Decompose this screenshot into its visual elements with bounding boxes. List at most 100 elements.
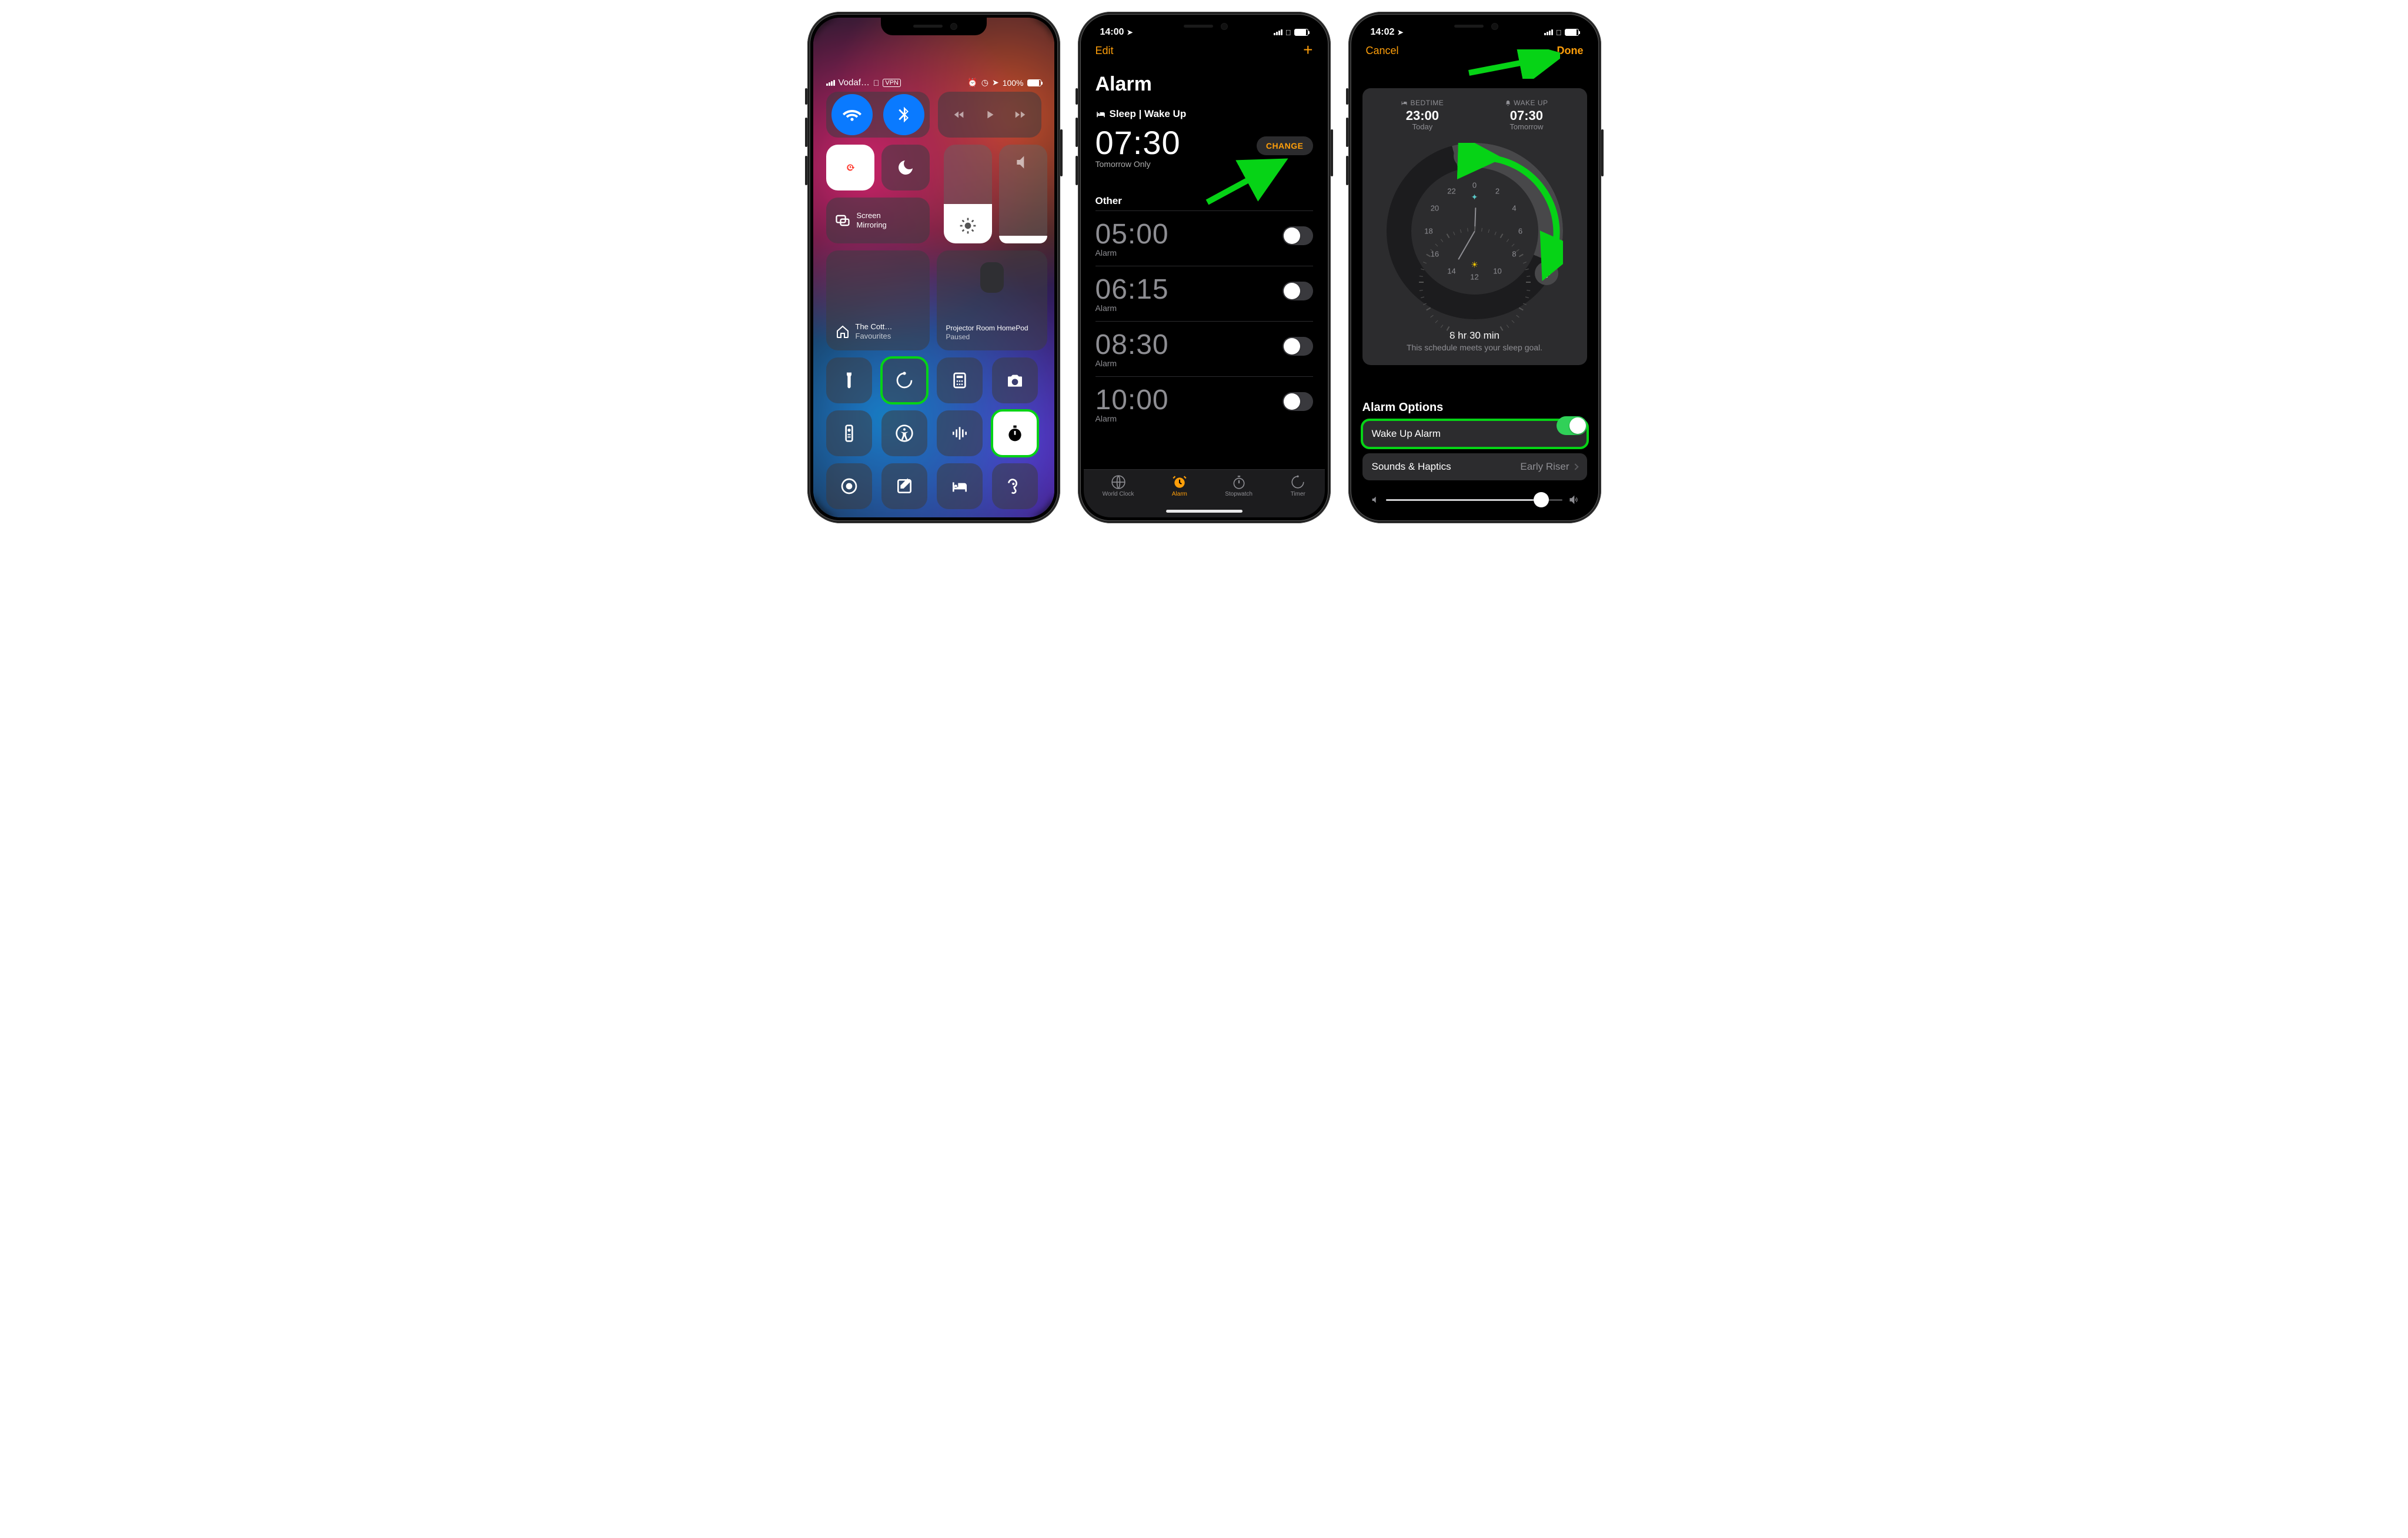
alarm-toggle[interactable] (1283, 226, 1313, 245)
wifi-toggle[interactable] (831, 94, 873, 135)
alarm-time: 05:00 (1096, 218, 1313, 250)
calculator-tile[interactable] (937, 357, 983, 403)
bedtime-grip[interactable] (1454, 144, 1477, 168)
stopwatch-icon (1006, 424, 1024, 443)
screen-mirroring-tile[interactable]: Screen Mirroring (826, 198, 930, 243)
phone-alarm-list: 14:00➤ 􀙇 Edit + Alarm Sleep | Wake Up 07… (1078, 12, 1331, 523)
sounds-haptics-row[interactable]: Sounds & Haptics Early Riser (1362, 453, 1587, 480)
wakeup-label: WAKE UP (1514, 99, 1548, 107)
camera-tile[interactable] (992, 357, 1038, 403)
add-alarm-button[interactable]: + (1303, 45, 1312, 57)
do-not-disturb-tile[interactable] (881, 145, 930, 190)
sleep-goal-caption: This schedule meets your sleep goal. (1371, 343, 1579, 352)
alarm-toggle[interactable] (1283, 392, 1313, 411)
volume-slider[interactable] (999, 145, 1047, 243)
wake-up-alarm-toggle[interactable] (1557, 416, 1587, 435)
edit-button[interactable]: Edit (1096, 45, 1114, 57)
clock-number: 12 (1466, 273, 1484, 282)
stopwatch-tile[interactable] (992, 410, 1038, 456)
alarm-toggle[interactable] (1283, 337, 1313, 356)
bed-icon (1401, 99, 1408, 106)
alarm-row[interactable]: 08:30 Alarm (1096, 321, 1313, 376)
annotation-arrow (1466, 49, 1560, 79)
bluetooth-toggle[interactable] (883, 94, 924, 135)
clock-number: 2 (1489, 187, 1507, 196)
globe-icon (1111, 474, 1126, 490)
bed-icon (1460, 151, 1471, 161)
tab-world-clock[interactable]: World Clock (1103, 474, 1134, 517)
speaker-high-icon (1568, 494, 1579, 505)
accessibility-tile[interactable] (881, 410, 927, 456)
alarm-toggle[interactable] (1283, 282, 1313, 300)
battery-icon (1565, 29, 1579, 36)
sleep-schedule-card: BEDTIME 23:00 Today WAKE UP 07:30 Tomorr… (1362, 88, 1587, 365)
tab-timer[interactable]: Timer (1290, 474, 1305, 517)
bluetooth-icon (894, 105, 913, 124)
phone-control-center: Vodaf… 􀙇 VPN ⏰ ◷ ➤ 100% (807, 12, 1060, 523)
calculator-icon (950, 371, 969, 390)
flashlight-icon (840, 371, 859, 390)
wake-grip[interactable] (1535, 262, 1558, 285)
location-icon: ➤ (1397, 28, 1403, 36)
alarm-row[interactable]: 05:00 Alarm (1096, 210, 1313, 266)
clock-number: 8 (1505, 250, 1523, 259)
location-icon: ➤ (1127, 28, 1133, 36)
tab-label: Alarm (1172, 491, 1187, 497)
status-time: 14:02 (1371, 27, 1395, 38)
location-status-icon: ➤ (992, 78, 999, 88)
tab-label: Timer (1291, 491, 1305, 497)
hearing-tile[interactable] (992, 463, 1038, 509)
camera-icon (1006, 371, 1024, 390)
orientation-lock-tile[interactable] (826, 145, 874, 190)
timer-dial-icon (895, 371, 914, 390)
alarm-options-header: Alarm Options (1362, 401, 1587, 414)
stars-icon: ✦ (1471, 192, 1478, 202)
home-favourites-tile[interactable]: The Cott… Favourites (826, 250, 930, 350)
stopwatch-icon (1231, 474, 1247, 490)
wifi-icon (843, 105, 861, 124)
home-sub: Favourites (856, 332, 893, 341)
play-icon[interactable] (983, 105, 996, 124)
tab-label: World Clock (1103, 491, 1134, 497)
sleep-dial[interactable]: ✦ ☀︎ 0246810121416182022 (1387, 143, 1563, 319)
wake-up-alarm-label: Wake Up Alarm (1372, 428, 1441, 440)
volume-slider-row[interactable] (1371, 493, 1579, 507)
screen-record-tile[interactable] (826, 463, 872, 509)
sounds-value: Early Riser (1520, 461, 1569, 473)
sun-icon (958, 216, 977, 235)
compose-icon (895, 477, 914, 496)
rewind-icon[interactable] (953, 105, 966, 124)
clock-number: 4 (1505, 204, 1523, 213)
remote-icon (840, 424, 859, 443)
clock-number: 0 (1466, 181, 1484, 190)
homepod-tile[interactable]: Projector Room HomePod Paused (937, 250, 1047, 350)
voice-memo-tile[interactable] (937, 410, 983, 456)
home-icon (836, 322, 850, 341)
change-button[interactable]: CHANGE (1257, 136, 1313, 155)
speaker-low-icon (1371, 495, 1380, 504)
done-button[interactable]: Done (1557, 45, 1584, 57)
alarm-time: 06:15 (1096, 273, 1313, 306)
timer-tile[interactable] (881, 357, 927, 403)
flashlight-tile[interactable] (826, 357, 872, 403)
alarm-row[interactable]: 06:15 Alarm (1096, 266, 1313, 321)
bell-icon (1505, 100, 1511, 106)
connectivity-tile[interactable] (826, 92, 930, 138)
wifi-icon: 􀙇 (1556, 28, 1562, 37)
cancel-button[interactable]: Cancel (1366, 45, 1399, 57)
forward-icon[interactable] (1014, 105, 1027, 124)
alarm-row[interactable]: 10:00 Alarm (1096, 376, 1313, 432)
alarm-time: 08:30 (1096, 329, 1313, 361)
battery-pct: 100% (1003, 78, 1024, 88)
cell-signal-icon (826, 80, 835, 86)
homepod-name: Projector Room HomePod (946, 324, 1028, 332)
wake-up-alarm-row[interactable]: Wake Up Alarm (1362, 420, 1587, 447)
apple-tv-remote-tile[interactable] (826, 410, 872, 456)
wakeup-time: 07:30 (1505, 108, 1548, 123)
notes-tile[interactable] (881, 463, 927, 509)
brightness-slider[interactable] (944, 145, 992, 243)
bed-icon (1096, 109, 1106, 119)
speaker-icon (1014, 153, 1033, 172)
media-controls-tile[interactable] (938, 92, 1041, 138)
sleep-tile[interactable] (937, 463, 983, 509)
